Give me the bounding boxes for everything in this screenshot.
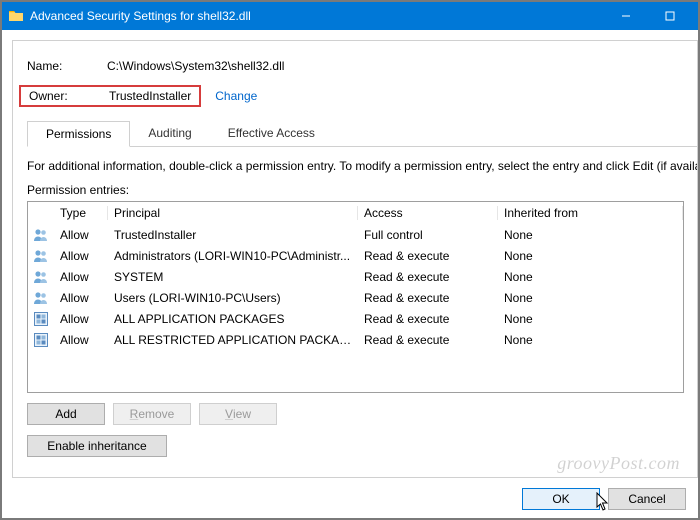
package-icon xyxy=(28,332,54,348)
cell-access: Read & execute xyxy=(358,312,498,326)
col-inherited[interactable]: Inherited from xyxy=(498,206,683,220)
add-button[interactable]: Add xyxy=(27,403,105,425)
owner-highlight: Owner: TrustedInstaller xyxy=(19,85,201,107)
cell-principal: ALL RESTRICTED APPLICATION PACKAGES xyxy=(108,333,358,347)
cell-inherited: None xyxy=(498,333,683,347)
info-text: For additional information, double-click… xyxy=(27,159,697,173)
group-icon xyxy=(28,227,54,243)
enable-inheritance-button[interactable]: Enable inheritance xyxy=(27,435,167,457)
entries-label: Permission entries: xyxy=(27,183,697,197)
owner-label: Owner: xyxy=(29,89,109,103)
table-row[interactable]: AllowALL RESTRICTED APPLICATION PACKAGES… xyxy=(28,329,683,350)
cell-principal: Users (LORI-WIN10-PC\Users) xyxy=(108,291,358,305)
change-owner-link[interactable]: Change xyxy=(215,89,257,103)
ok-button[interactable]: OK xyxy=(522,488,600,510)
cell-principal: Administrators (LORI-WIN10-PC\Administr.… xyxy=(108,249,358,263)
cell-type: Allow xyxy=(54,228,108,242)
cancel-button[interactable]: Cancel xyxy=(608,488,686,510)
table-row[interactable]: AllowUsers (LORI-WIN10-PC\Users)Read & e… xyxy=(28,287,683,308)
cell-type: Allow xyxy=(54,270,108,284)
remove-button: Remove xyxy=(113,403,191,425)
name-value: C:\Windows\System32\shell32.dll xyxy=(107,59,284,73)
tab-auditing[interactable]: Auditing xyxy=(130,121,209,147)
cell-access: Read & execute xyxy=(358,249,498,263)
cell-principal: SYSTEM xyxy=(108,270,358,284)
cell-inherited: None xyxy=(498,249,683,263)
titlebar: Advanced Security Settings for shell32.d… xyxy=(2,2,698,30)
tab-effective-access[interactable]: Effective Access xyxy=(210,121,333,147)
col-access[interactable]: Access xyxy=(358,206,498,220)
table-row[interactable]: AllowSYSTEMRead & executeNone xyxy=(28,266,683,287)
cell-inherited: None xyxy=(498,291,683,305)
cell-type: Allow xyxy=(54,291,108,305)
minimize-button[interactable] xyxy=(604,2,648,30)
window-title: Advanced Security Settings for shell32.d… xyxy=(30,9,604,23)
cell-access: Full control xyxy=(358,228,498,242)
name-row: Name: C:\Windows\System32\shell32.dll xyxy=(27,55,697,77)
cell-principal: TrustedInstaller xyxy=(108,228,358,242)
view-button: View xyxy=(199,403,277,425)
group-icon xyxy=(28,248,54,264)
cell-principal: ALL APPLICATION PACKAGES xyxy=(108,312,358,326)
group-icon xyxy=(28,269,54,285)
group-icon xyxy=(28,290,54,306)
permission-table: Type Principal Access Inherited from All… xyxy=(27,201,684,393)
table-row[interactable]: AllowTrustedInstallerFull controlNone xyxy=(28,224,683,245)
content-panel: Name: C:\Windows\System32\shell32.dll Ow… xyxy=(12,40,698,478)
cell-type: Allow xyxy=(54,249,108,263)
package-icon xyxy=(28,311,54,327)
owner-value: TrustedInstaller xyxy=(109,89,191,103)
cell-access: Read & execute xyxy=(358,291,498,305)
col-type[interactable]: Type xyxy=(54,206,108,220)
tab-strip: Permissions Auditing Effective Access xyxy=(27,121,697,147)
cell-inherited: None xyxy=(498,228,683,242)
maximize-button[interactable] xyxy=(648,2,692,30)
table-header: Type Principal Access Inherited from xyxy=(28,202,683,224)
cell-type: Allow xyxy=(54,312,108,326)
cell-access: Read & execute xyxy=(358,270,498,284)
col-principal[interactable]: Principal xyxy=(108,206,358,220)
dialog-footer: OK Cancel xyxy=(2,480,698,518)
table-row[interactable]: AllowALL APPLICATION PACKAGESRead & exec… xyxy=(28,308,683,329)
table-row[interactable]: AllowAdministrators (LORI-WIN10-PC\Admin… xyxy=(28,245,683,266)
cell-access: Read & execute xyxy=(358,333,498,347)
tab-permissions[interactable]: Permissions xyxy=(27,121,130,147)
folder-icon xyxy=(8,8,24,24)
name-label: Name: xyxy=(27,59,107,73)
cell-inherited: None xyxy=(498,312,683,326)
cell-type: Allow xyxy=(54,333,108,347)
cell-inherited: None xyxy=(498,270,683,284)
